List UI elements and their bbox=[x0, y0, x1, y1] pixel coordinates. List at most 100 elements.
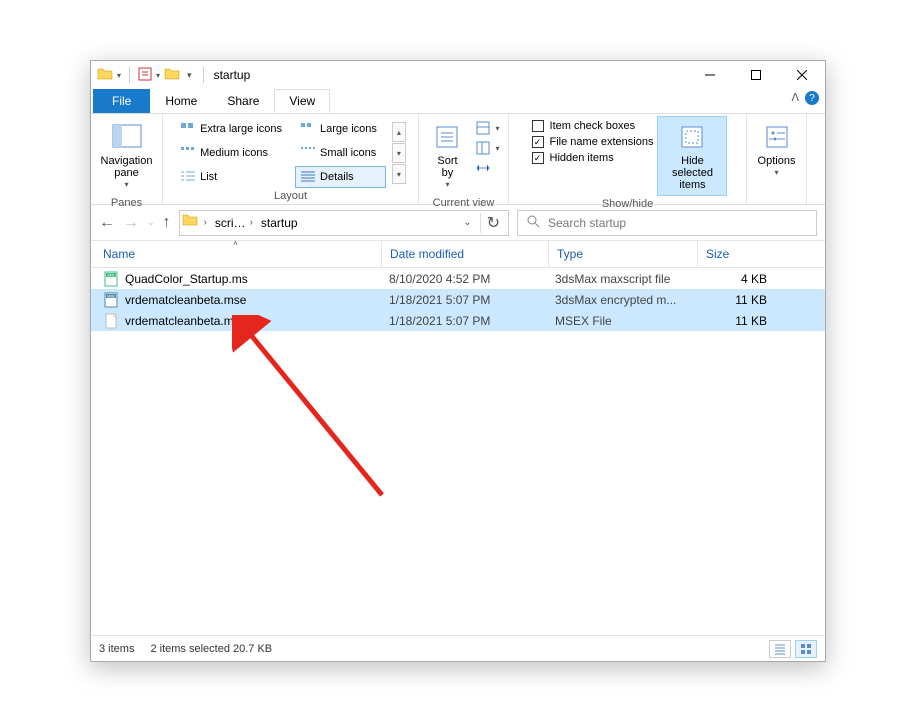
help-icon[interactable]: ? bbox=[805, 91, 819, 105]
search-placeholder: Search startup bbox=[548, 216, 626, 230]
label: Sort by bbox=[437, 155, 457, 179]
breadcrumb-segment[interactable]: › bbox=[198, 217, 211, 228]
recent-dropdown-icon[interactable]: ⌄ bbox=[147, 217, 155, 228]
chevron-down-icon: ▾ bbox=[124, 181, 128, 190]
status-bar: 3 items 2 items selected 20.7 KB bbox=[91, 635, 825, 661]
layout-gallery[interactable]: Extra large icons Large icons Medium ico… bbox=[175, 116, 386, 188]
ribbon-group-options: Options ▾ bbox=[747, 114, 807, 204]
layout-extra-large[interactable]: Extra large icons bbox=[175, 118, 291, 140]
sort-asc-icon: ˄ bbox=[233, 241, 238, 248]
column-buttons: ▾ ▾ bbox=[475, 116, 499, 176]
label: Hide selected items bbox=[660, 155, 724, 191]
file-name-extensions-toggle[interactable]: ✓File name extensions bbox=[532, 136, 654, 148]
column-type[interactable]: Type bbox=[549, 241, 697, 267]
file-type: 3dsMax encrypted m... bbox=[547, 293, 695, 307]
tab-home[interactable]: Home bbox=[150, 89, 212, 113]
svg-text:MS: MS bbox=[108, 272, 114, 277]
file-icon bbox=[103, 313, 119, 329]
separator bbox=[203, 67, 204, 83]
maximize-button[interactable] bbox=[733, 61, 779, 89]
label: Navigation pane bbox=[101, 155, 153, 179]
scroll-down-button[interactable]: ▾ bbox=[392, 143, 406, 163]
sort-icon bbox=[431, 121, 463, 153]
properties-icon[interactable] bbox=[138, 67, 152, 84]
window-title: startup bbox=[214, 68, 251, 82]
window-controls bbox=[687, 61, 825, 89]
list-icon bbox=[180, 170, 196, 184]
scroll-expand-button[interactable]: ▾ bbox=[392, 164, 406, 184]
separator bbox=[129, 67, 130, 83]
layout-details[interactable]: Details bbox=[295, 166, 386, 188]
title-bar: ▾ ▾ ▾ startup bbox=[91, 61, 825, 89]
tab-file[interactable]: File bbox=[93, 89, 150, 113]
file-icon: MSE bbox=[103, 292, 119, 308]
file-icon: MS bbox=[103, 271, 119, 287]
file-name: vrdematcleanbeta.msex bbox=[125, 314, 252, 328]
file-type: 3dsMax maxscript file bbox=[547, 272, 695, 286]
layout-small[interactable]: Small icons bbox=[295, 142, 386, 164]
file-list: ˄Name Date modified Type Size MS QuadColo… bbox=[91, 241, 825, 635]
group-by-button[interactable]: ▾ bbox=[475, 120, 499, 136]
layout-large[interactable]: Large icons bbox=[295, 118, 386, 140]
file-row[interactable]: vrdematcleanbeta.msex 1/18/2021 5:07 PMMS… bbox=[91, 310, 825, 331]
folder-icon bbox=[97, 66, 113, 85]
refresh-button[interactable]: ↻ bbox=[480, 213, 506, 233]
chevron-down-icon: ▾ bbox=[774, 169, 778, 178]
breadcrumb-segment[interactable]: scri…› bbox=[211, 216, 257, 230]
hide-icon bbox=[676, 121, 708, 153]
address-bar[interactable]: › scri…› startup ⌄ ↻ bbox=[179, 210, 509, 236]
file-name: vrdematcleanbeta.mse bbox=[125, 293, 246, 307]
breadcrumb-segment[interactable]: startup bbox=[257, 216, 302, 230]
size-columns-button[interactable] bbox=[475, 160, 499, 176]
sort-by-button[interactable]: Sort by ▾ bbox=[427, 116, 467, 195]
tab-share[interactable]: Share bbox=[212, 89, 274, 113]
file-name: QuadColor_Startup.ms bbox=[125, 272, 248, 286]
file-rows: MS QuadColor_Startup.ms 8/10/2020 4:52 PM3… bbox=[91, 268, 825, 635]
layout-scroll: ▴ ▾ ▾ bbox=[392, 120, 406, 184]
qat-dropdown-icon[interactable]: ▾ bbox=[156, 71, 160, 80]
minimize-button[interactable] bbox=[687, 61, 733, 89]
folder-icon bbox=[164, 66, 180, 85]
group-label: Layout bbox=[274, 188, 307, 204]
ribbon-tab-strip: File Home Share View ᐱ ? bbox=[91, 89, 825, 113]
forward-button[interactable]: → bbox=[123, 214, 139, 232]
up-button[interactable]: ↑ bbox=[163, 214, 171, 232]
options-button[interactable]: Options ▾ bbox=[751, 116, 803, 183]
qat-dropdown-icon[interactable]: ▾ bbox=[117, 71, 121, 80]
column-date[interactable]: Date modified bbox=[382, 241, 548, 267]
navigation-bar: ← → ⌄ ↑ › scri…› startup ⌄ ↻ Search star… bbox=[91, 205, 825, 241]
search-box[interactable]: Search startup bbox=[517, 210, 817, 236]
chevron-down-icon: ▾ bbox=[445, 181, 449, 190]
options-icon bbox=[761, 121, 793, 153]
collapse-ribbon-icon[interactable]: ᐱ bbox=[791, 91, 799, 104]
close-button[interactable] bbox=[779, 61, 825, 89]
address-dropdown-icon[interactable]: ⌄ bbox=[455, 217, 479, 228]
file-row[interactable]: MS QuadColor_Startup.ms 8/10/2020 4:52 PM3… bbox=[91, 268, 825, 289]
item-count: 3 items bbox=[99, 643, 134, 655]
item-check-boxes-toggle[interactable]: Item check boxes bbox=[532, 120, 654, 132]
file-date: 8/10/2020 4:52 PM bbox=[381, 272, 547, 286]
file-type: MSEX File bbox=[547, 314, 695, 328]
file-row[interactable]: MSEvrdematcleanbeta.mse1/18/2021 5:07 PM… bbox=[91, 289, 825, 310]
add-columns-button[interactable]: ▾ bbox=[475, 140, 499, 156]
hide-selected-items-button[interactable]: Hide selected items bbox=[657, 116, 727, 196]
back-button[interactable]: ← bbox=[99, 214, 115, 232]
folder-icon bbox=[182, 212, 198, 233]
file-size: 11 KB bbox=[695, 293, 775, 307]
hidden-items-toggle[interactable]: ✓Hidden items bbox=[532, 152, 654, 164]
thumbnails-view-toggle[interactable] bbox=[795, 640, 817, 658]
details-view-toggle[interactable] bbox=[769, 640, 791, 658]
scroll-up-button[interactable]: ▴ bbox=[392, 122, 406, 142]
layout-list[interactable]: List bbox=[175, 166, 291, 188]
file-date: 1/18/2021 5:07 PM bbox=[381, 314, 547, 328]
navigation-pane-button[interactable]: Navigation pane ▾ bbox=[97, 116, 157, 195]
qat-overflow-icon[interactable]: ▾ bbox=[184, 70, 195, 81]
layout-medium[interactable]: Medium icons bbox=[175, 142, 291, 164]
column-size[interactable]: Size bbox=[698, 241, 778, 267]
label: Options bbox=[758, 155, 796, 167]
column-name[interactable]: ˄Name bbox=[91, 241, 381, 267]
tab-view[interactable]: View bbox=[274, 89, 330, 113]
file-size: 11 KB bbox=[695, 314, 775, 328]
show-hide-checkboxes: Item check boxes ✓File name extensions ✓… bbox=[532, 116, 654, 164]
group-label bbox=[775, 186, 778, 202]
